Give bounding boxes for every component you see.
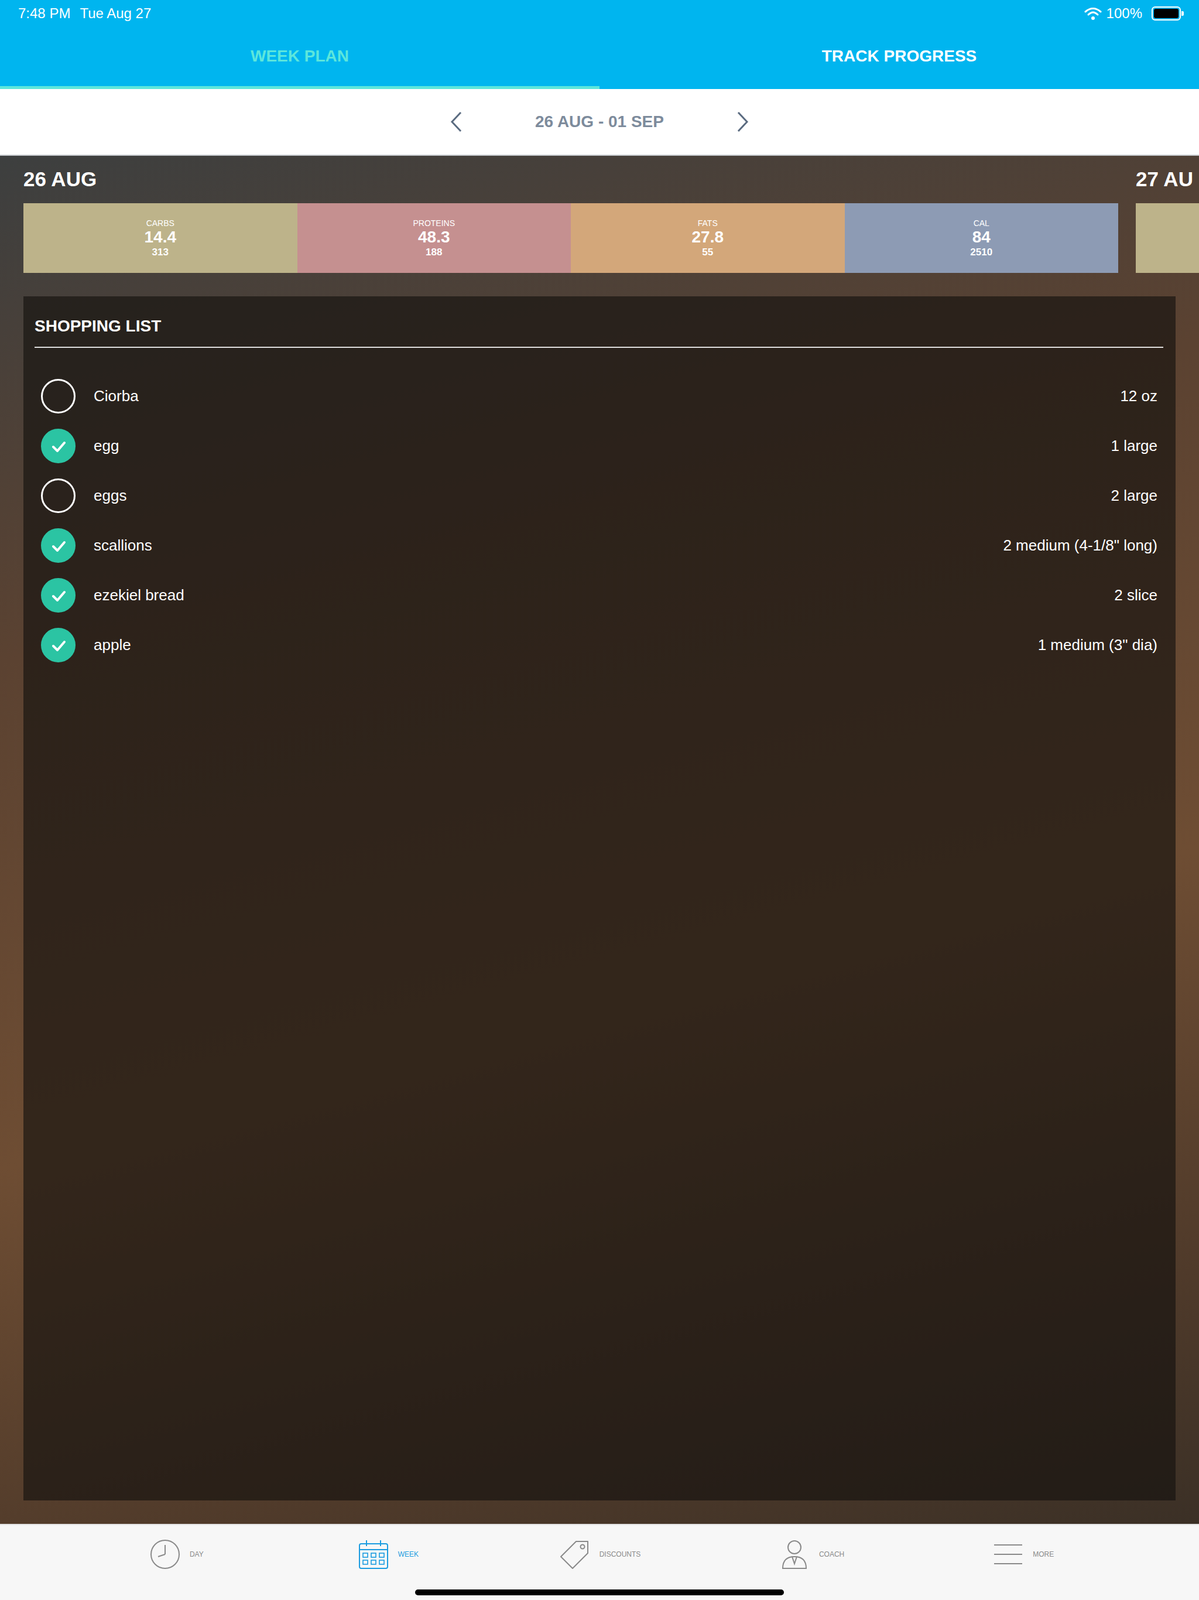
shopping-item[interactable]: Ciorba 12 oz xyxy=(40,371,1158,421)
battery-text: 100% xyxy=(1106,2,1143,25)
shopping-list: Ciorba 12 oz egg 1 large eggs 2 large scallion… xyxy=(34,347,1164,670)
item-checkbox[interactable] xyxy=(40,528,76,563)
macro-value: 84 xyxy=(972,227,991,247)
tag-icon xyxy=(558,1537,592,1571)
status-left: 7:48 PM Tue Aug 27 xyxy=(18,2,152,25)
nav-item[interactable]: MORE xyxy=(916,1536,1129,1571)
shopping-list-panel: SHOPPING LIST Ciorba 12 oz egg 1 large eggs 2 … xyxy=(23,296,1176,1500)
checkmark-icon xyxy=(49,586,68,605)
macro-target: 55 xyxy=(701,246,714,259)
macro-bar xyxy=(1135,203,1199,273)
item-amount: 12 oz xyxy=(1108,384,1158,408)
macro-value: 48.3 xyxy=(418,227,451,247)
item-checkbox[interactable] xyxy=(40,478,76,513)
nav-item[interactable]: WEEK xyxy=(282,1536,495,1571)
week-range: 26 AUG - 01 SEP xyxy=(535,109,664,135)
item-name: Ciorba xyxy=(93,384,139,408)
macro-cell: PROTEINS48.3188 xyxy=(297,203,572,273)
item-name: eggs xyxy=(93,484,127,507)
macro-target: 313 xyxy=(152,246,169,259)
shopping-item[interactable]: egg 1 large xyxy=(40,420,1158,471)
nav-label: DAY xyxy=(189,1548,204,1560)
status-right: 100% xyxy=(1084,2,1181,25)
week-navigator: 26 AUG - 01 SEP xyxy=(0,88,1199,156)
macro-label: PROTEINS xyxy=(412,218,455,228)
status-bar: 7:48 PM Tue Aug 27 100% xyxy=(0,0,1199,27)
tab[interactable]: TRACK PROGRESS xyxy=(599,26,1199,89)
nav-label: MORE xyxy=(1032,1548,1054,1560)
shopping-item[interactable]: eggs 2 large xyxy=(40,470,1158,521)
clock-icon xyxy=(148,1537,182,1571)
macro-value: 27.8 xyxy=(692,227,725,247)
macro-label: CAL xyxy=(973,218,990,228)
item-name: egg xyxy=(93,434,119,458)
chevron-left-icon xyxy=(449,110,464,133)
next-week-button[interactable] xyxy=(731,105,755,138)
status-time: 7:48 PM xyxy=(18,2,71,25)
item-amount: 2 large xyxy=(1099,484,1159,507)
item-name: ezekiel bread xyxy=(93,583,185,607)
shopping-list-title: SHOPPING LIST xyxy=(34,313,1164,348)
item-checkbox[interactable] xyxy=(40,577,76,613)
macro-cell: CAL842510 xyxy=(844,203,1119,273)
nav-label: COACH xyxy=(819,1548,845,1560)
day-date: 27 AU xyxy=(1135,163,1194,195)
bottom-navigation: DAY WEEK DISCOUNTS COACH MORE xyxy=(0,1523,1199,1600)
macro-label: FATS xyxy=(697,218,718,228)
battery-fill xyxy=(1153,8,1179,19)
checkmark-icon xyxy=(49,536,68,555)
macro-value: 14.4 xyxy=(144,227,177,247)
tab-label: WEEK PLAN xyxy=(250,46,349,65)
item-checkbox[interactable] xyxy=(40,378,76,414)
coach-icon xyxy=(778,1537,811,1571)
nav-label: WEEK xyxy=(398,1548,419,1560)
chevron-right-icon xyxy=(735,110,750,133)
day-header: 26 AUG xyxy=(23,155,1176,204)
item-name: scallions xyxy=(93,533,153,557)
macro-target: 2510 xyxy=(970,246,993,259)
nav-label: DISCOUNTS xyxy=(599,1548,642,1560)
day-column: 26 AUGCARBS14.4313PROTEINS48.3188FATS27.… xyxy=(23,155,1176,1500)
item-amount: 2 slice xyxy=(1102,583,1158,607)
tab[interactable]: WEEK PLAN xyxy=(0,26,600,89)
nav-item[interactable]: COACH xyxy=(705,1536,918,1571)
day-column: 27 AU xyxy=(1135,155,1199,1500)
tab-label: TRACK PROGRESS xyxy=(821,46,977,65)
macro-cell: FATS27.855 xyxy=(570,203,845,273)
day-strip: 26 AUGCARBS14.4313PROTEINS48.3188FATS27.… xyxy=(0,155,1199,1524)
item-name: apple xyxy=(93,633,132,657)
day-date: 26 AUG xyxy=(23,163,97,195)
item-amount: 1 large xyxy=(1099,434,1159,458)
wifi-icon xyxy=(1084,6,1102,21)
checkmark-icon xyxy=(49,437,68,455)
calendar-icon xyxy=(357,1537,390,1571)
shopping-item[interactable]: ezekiel bread 2 slice xyxy=(40,570,1158,620)
battery-icon xyxy=(1151,6,1181,21)
tab-bar: WEEK PLAN TRACK PROGRESS xyxy=(0,26,1199,89)
checkmark-icon xyxy=(49,636,68,654)
status-date: Tue Aug 27 xyxy=(79,2,152,25)
home-indicator xyxy=(415,1588,784,1595)
item-amount: 2 medium (4-1/8" long) xyxy=(991,533,1158,557)
day-header: 27 AU xyxy=(1135,155,1199,204)
item-amount: 1 medium (3" dia) xyxy=(1026,633,1158,657)
shopping-item[interactable]: apple 1 medium (3" dia) xyxy=(40,619,1158,670)
nav-item[interactable]: DAY xyxy=(70,1536,283,1571)
prev-week-button[interactable] xyxy=(444,105,468,138)
nav-item[interactable]: DISCOUNTS xyxy=(493,1536,706,1571)
shopping-item[interactable]: scallions 2 medium (4-1/8" long) xyxy=(40,520,1158,571)
macro-target: 188 xyxy=(425,246,443,259)
item-checkbox[interactable] xyxy=(40,428,76,464)
macro-cell: CARBS14.4313 xyxy=(23,203,298,273)
macro-bar: CARBS14.4313PROTEINS48.3188FATS27.855CAL… xyxy=(23,203,1119,273)
item-checkbox[interactable] xyxy=(40,627,76,663)
battery-nub xyxy=(1181,11,1184,16)
menu-icon xyxy=(991,1537,1025,1571)
macro-label: CARBS xyxy=(146,218,175,228)
